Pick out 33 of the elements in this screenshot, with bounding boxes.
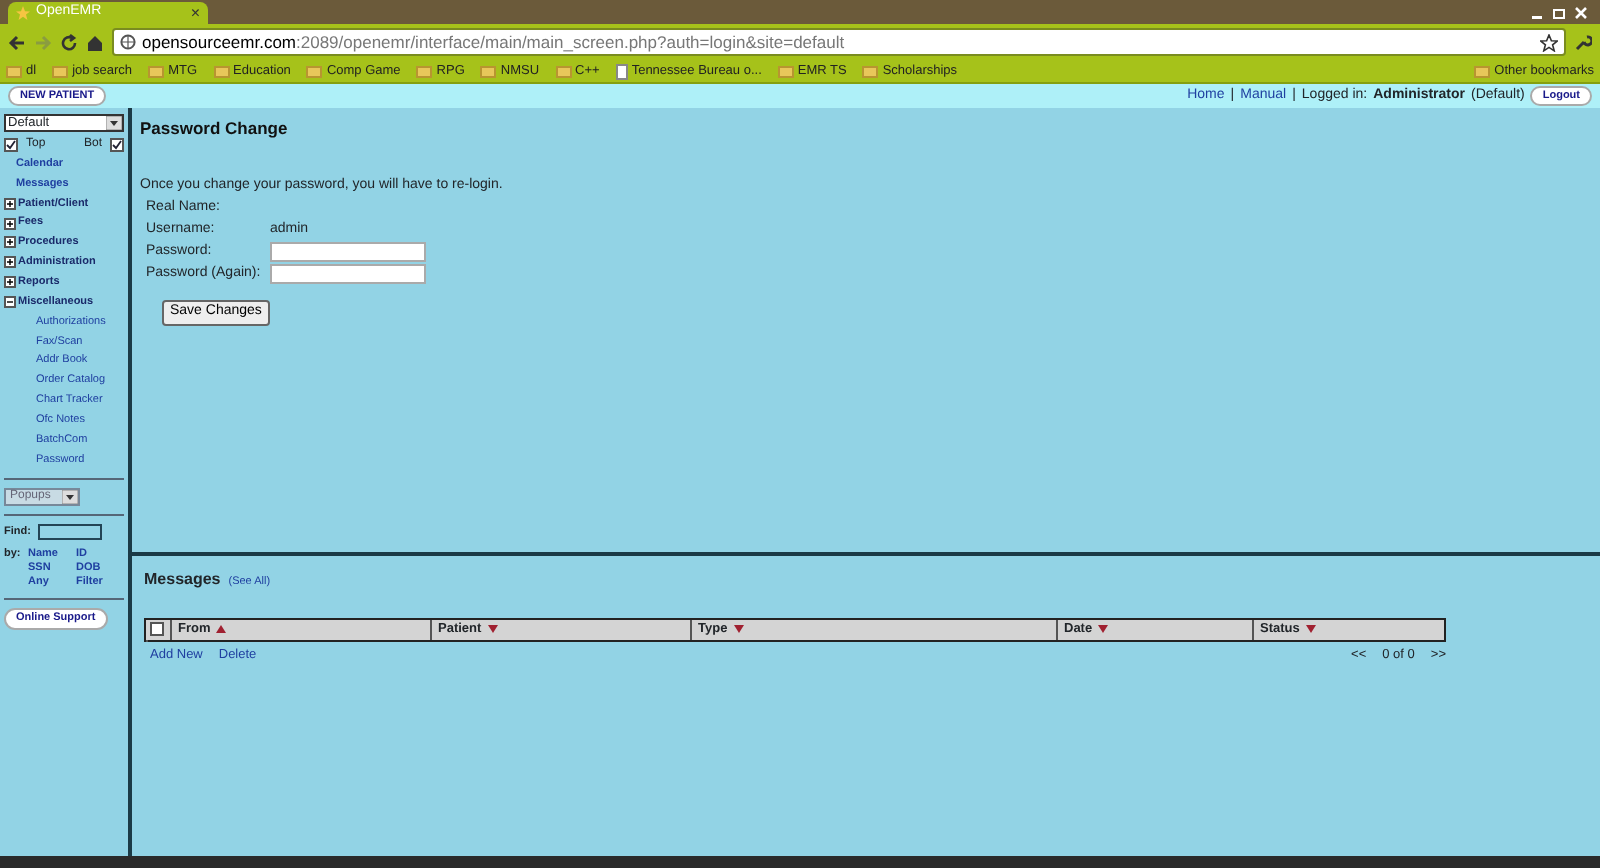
sort-down-icon[interactable] [1098,624,1109,635]
plus-box-icon[interactable] [4,236,16,249]
minus-box-icon[interactable] [4,295,16,308]
restore-icon[interactable] [1552,6,1566,20]
find-field[interactable] [38,523,103,540]
password-field[interactable] [270,241,426,262]
select-all-checkbox[interactable] [150,622,164,637]
password-field[interactable] [270,263,426,284]
page-title: Password Change [140,116,290,142]
reload-icon[interactable] [60,33,78,51]
plus-box-icon[interactable] [4,256,16,269]
wrench-icon[interactable] [1574,33,1592,51]
sort-down-icon[interactable] [733,624,744,635]
checkbox[interactable] [110,138,124,152]
address-bar[interactable]: opensourceemr.com:2089/openemr/interface/main/main_screen.php?auth=login&site=default [112,28,1566,56]
url-text: opensourceemr.com:2089/openemr/interface/main/main_screen.php?auth=login&site=default [142,29,845,55]
sort-down-icon[interactable] [1305,624,1316,635]
globe-icon [120,34,136,50]
checkbox[interactable] [4,138,18,152]
star-logo-icon [16,6,30,20]
close-icon[interactable] [1574,6,1588,20]
sort-up-icon[interactable] [216,624,227,635]
sort-down-icon[interactable] [487,624,498,635]
plus-box-icon[interactable] [4,217,16,229]
caret-icon[interactable] [62,489,78,504]
home-icon[interactable] [86,33,104,51]
caret-icon[interactable] [106,116,122,130]
star-icon[interactable] [1540,33,1558,51]
plus-box-icon[interactable] [4,276,16,289]
back-icon[interactable] [8,33,26,51]
plus-box-icon[interactable] [4,197,16,210]
section-title: Messages [144,568,221,592]
close-icon[interactable]: × [190,5,200,21]
